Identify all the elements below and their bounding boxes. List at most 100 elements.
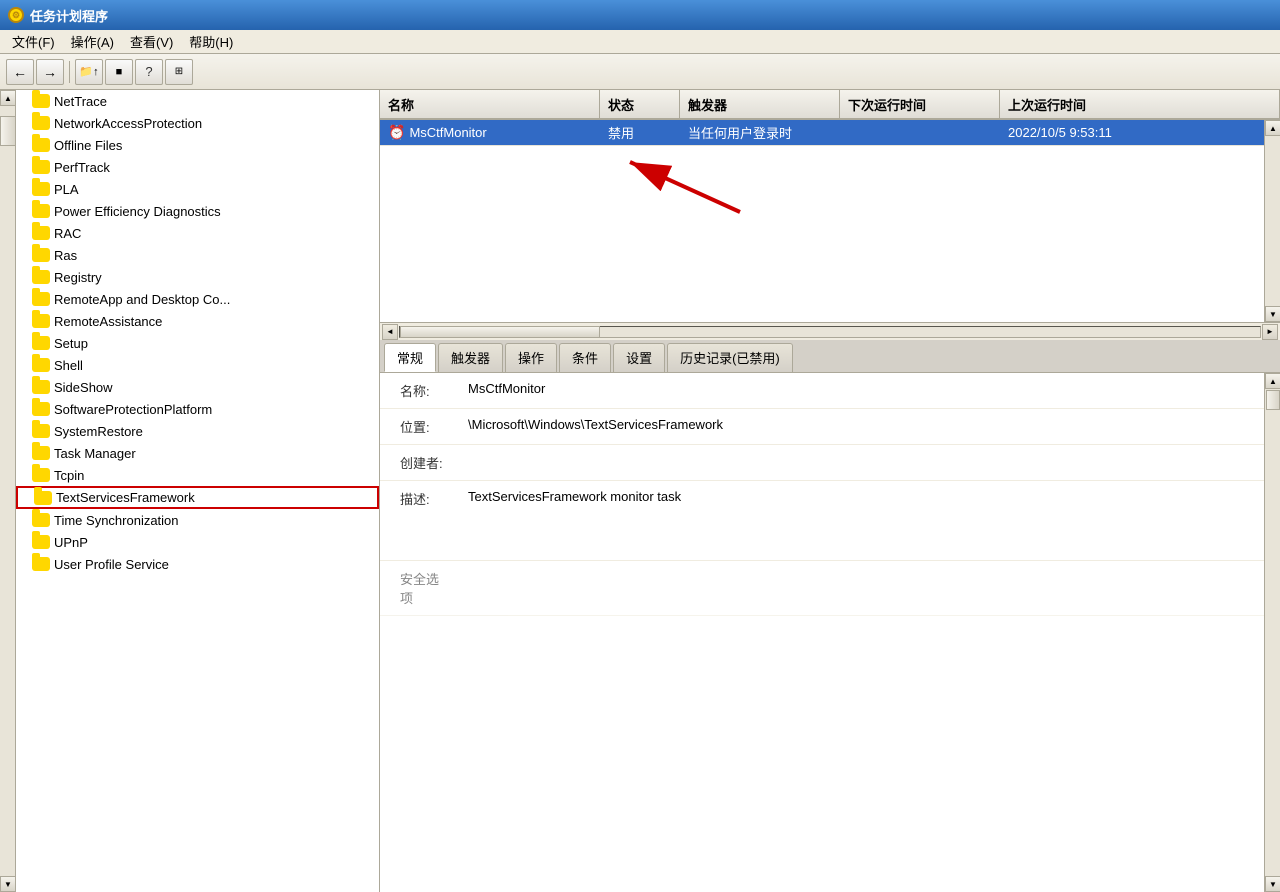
tree-item-textservicesframework[interactable]: TextServicesFramework: [16, 486, 379, 509]
tree-item-software-protection[interactable]: SoftwareProtectionPlatform: [16, 398, 379, 420]
tree-item-registry[interactable]: Registry: [16, 266, 379, 288]
task-trigger: 当任何用户登录时: [680, 120, 840, 145]
tree-item-ras[interactable]: Ras: [16, 244, 379, 266]
tab-settings[interactable]: 设置: [613, 343, 665, 372]
detail-scrollbar[interactable]: ▲ ▼: [1264, 373, 1280, 892]
folder-icon: [32, 160, 50, 174]
detail-content: 名称: MsCtfMonitor 位置: \Microsoft\Windows\…: [380, 373, 1264, 892]
detail-row-creator: 创建者:: [380, 445, 1264, 481]
folder-icon: [32, 314, 50, 328]
task-name: MsCtfMonitor: [409, 125, 486, 140]
left-scroll-up[interactable]: ▲: [0, 90, 16, 106]
folder-icon: [32, 292, 50, 306]
tree-item-offline-files[interactable]: Offline Files: [16, 134, 379, 156]
folder-icon: [32, 248, 50, 262]
detail-scroll-down[interactable]: ▼: [1265, 876, 1280, 892]
menu-file[interactable]: 文件(F): [4, 30, 63, 53]
tree-item-nettrace[interactable]: NetTrace: [16, 90, 379, 112]
tree-item-remoteassistance[interactable]: RemoteAssistance: [16, 310, 379, 332]
h-scroll-left[interactable]: ◄: [382, 324, 398, 340]
task-row-msctfmonitor[interactable]: ⏰ MsCtfMonitor 禁用 当任何用户登录时 2022/10/5 9:5…: [380, 120, 1264, 146]
folder-icon: [32, 513, 50, 527]
show-hide-button[interactable]: ⊞: [165, 59, 193, 85]
task-clock-icon: ⏰: [388, 124, 405, 141]
folder-icon: [32, 138, 50, 152]
task-table-header: 名称 状态 触发器 下次运行时间 上次运行时间: [380, 90, 1280, 120]
h-scroll-right[interactable]: ►: [1262, 324, 1278, 340]
task-last-run: 2022/10/5 9:53:11: [1000, 122, 1264, 143]
tree-item-nap[interactable]: NetworkAccessProtection: [16, 112, 379, 134]
tree-item-tcpin[interactable]: Tcpin: [16, 464, 379, 486]
tree-item-time-sync[interactable]: Time Synchronization: [16, 509, 379, 531]
folder-icon: [32, 557, 50, 571]
tab-conditions[interactable]: 条件: [559, 343, 611, 372]
creator-label: 创建者:: [380, 451, 460, 474]
folder-icon: [32, 270, 50, 284]
folder-icon: [32, 446, 50, 460]
menu-action[interactable]: 操作(A): [63, 30, 122, 53]
toolbar: ← → 📁↑ ■ ? ⊞: [0, 54, 1280, 90]
col-next-run[interactable]: 下次运行时间: [840, 90, 1000, 118]
tree-item-perftrack[interactable]: PerfTrack: [16, 156, 379, 178]
help-button[interactable]: ?: [135, 59, 163, 85]
task-list-inner: ⏰ MsCtfMonitor 禁用 当任何用户登录时 2022/10/5 9:5…: [380, 120, 1264, 322]
tree-item-systemrestore[interactable]: SystemRestore: [16, 420, 379, 442]
detail-row-description: 描述: TextServicesFramework monitor task: [380, 481, 1264, 561]
tree-item-remoteapp[interactable]: RemoteApp and Desktop Co...: [16, 288, 379, 310]
col-trigger[interactable]: 触发器: [680, 90, 840, 118]
menu-view[interactable]: 查看(V): [122, 30, 181, 53]
task-list-wrapper: ⏰ MsCtfMonitor 禁用 当任何用户登录时 2022/10/5 9:5…: [380, 120, 1280, 322]
tree-item-sideshow[interactable]: SideShow: [16, 376, 379, 398]
right-panel: 名称 状态 触发器 下次运行时间 上次运行时间 ⏰ MsCtfMonitor 禁…: [380, 90, 1280, 892]
left-scroll-down[interactable]: ▼: [0, 876, 16, 892]
task-v-scrollbar[interactable]: ▲ ▼: [1264, 120, 1280, 322]
app-icon: ⚙: [8, 7, 24, 23]
tree-item-pla[interactable]: PLA: [16, 178, 379, 200]
tree-item-power-efficiency[interactable]: Power Efficiency Diagnostics: [16, 200, 379, 222]
description-label: 描述:: [380, 487, 460, 510]
folder-icon: [32, 535, 50, 549]
tab-triggers[interactable]: 触发器: [438, 343, 503, 372]
folder-icon: [32, 468, 50, 482]
col-last-run[interactable]: 上次运行时间: [1000, 90, 1280, 118]
tree-item-shell[interactable]: Shell: [16, 354, 379, 376]
col-name[interactable]: 名称: [380, 90, 600, 118]
task-next-run: [840, 130, 1000, 136]
folder-icon: [32, 116, 50, 130]
tab-general[interactable]: 常规: [384, 343, 436, 372]
h-scroll-track[interactable]: [399, 326, 1261, 338]
tabs-bar: 常规 触发器 操作 条件 设置 历史记录(已禁用): [380, 340, 1280, 373]
description-value: TextServicesFramework monitor task: [460, 487, 1264, 547]
location-label: 位置:: [380, 415, 460, 438]
menu-help[interactable]: 帮助(H): [181, 30, 241, 53]
task-scroll-up[interactable]: ▲: [1265, 120, 1280, 136]
detail-row-name: 名称: MsCtfMonitor: [380, 373, 1264, 409]
up-folder-button[interactable]: 📁↑: [75, 59, 103, 85]
back-button[interactable]: ←: [6, 59, 34, 85]
tree-item-rac[interactable]: RAC: [16, 222, 379, 244]
folder-icon: [34, 491, 52, 505]
name-label: 名称:: [380, 379, 460, 402]
folder-icon: [32, 402, 50, 416]
tree-item-upnp[interactable]: UPnP: [16, 531, 379, 553]
col-status[interactable]: 状态: [600, 90, 680, 118]
forward-button[interactable]: →: [36, 59, 64, 85]
detail-row-security: 安全选项: [380, 561, 1264, 616]
folder-icon: [32, 380, 50, 394]
detail-scroll-up[interactable]: ▲: [1265, 373, 1280, 389]
task-scroll-down[interactable]: ▼: [1265, 306, 1280, 322]
tree-item-user-profile[interactable]: User Profile Service: [16, 553, 379, 575]
name-value: MsCtfMonitor: [460, 379, 1264, 398]
title-bar: ⚙ 任务计划程序: [0, 0, 1280, 30]
folder-icon: [32, 336, 50, 350]
tree-item-setup[interactable]: Setup: [16, 332, 379, 354]
h-scroll-thumb[interactable]: [400, 326, 600, 338]
tree-item-task-manager[interactable]: Task Manager: [16, 442, 379, 464]
h-scroll-bar[interactable]: ◄ ►: [380, 322, 1280, 340]
stop-button[interactable]: ■: [105, 59, 133, 85]
tab-history[interactable]: 历史记录(已禁用): [667, 343, 793, 372]
detail-scroll-thumb[interactable]: [1266, 390, 1280, 410]
tab-actions[interactable]: 操作: [505, 343, 557, 372]
folder-icon: [32, 182, 50, 196]
window-title: 任务计划程序: [30, 6, 108, 25]
